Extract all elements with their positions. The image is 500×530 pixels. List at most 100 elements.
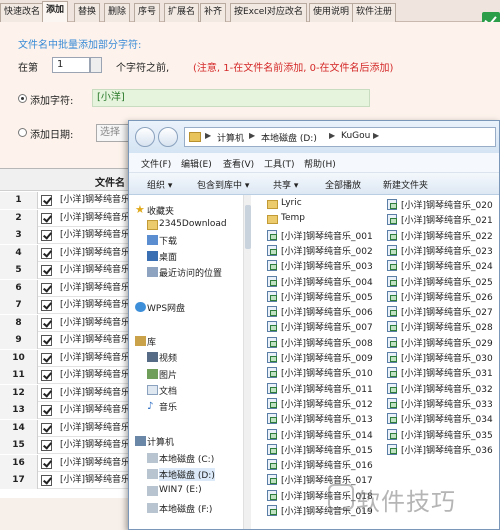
table-row[interactable]: 3 [小洋]钢琴纯音乐	[0, 227, 140, 244]
tab-sequence[interactable]: 序号	[134, 3, 161, 22]
table-row[interactable]: 9 [小洋]钢琴纯音乐	[0, 332, 140, 349]
audio-file-icon	[267, 321, 277, 333]
row-checkbox[interactable]	[41, 422, 52, 434]
row-checkbox[interactable]	[41, 212, 52, 224]
table-row[interactable]: 1 [小洋]钢琴纯音乐	[0, 192, 140, 209]
row-checkbox[interactable]	[41, 230, 52, 241]
nav-drive-f[interactable]: 本地磁盘 (F:)	[159, 502, 212, 515]
row-checkbox[interactable]	[41, 317, 52, 329]
row-checkbox[interactable]	[41, 405, 52, 416]
tab-register[interactable]: 软件注册	[352, 3, 397, 22]
back-button[interactable]	[135, 127, 155, 147]
table-row[interactable]: 10 [小洋]钢琴纯音乐	[0, 349, 140, 367]
row-checkbox[interactable]	[41, 300, 52, 311]
explorer-window: ▶ 计算机 ▶ 本地磁盘 (D:) ▶ KuGou ▶ 文件(F) 编辑(E) …	[128, 120, 500, 530]
nav-scrollbar[interactable]	[243, 195, 251, 529]
audio-file-icon	[387, 321, 397, 333]
row-checkbox[interactable]	[41, 247, 52, 259]
row-number: 2	[0, 209, 38, 227]
menu-help[interactable]: 帮助(H)	[304, 157, 336, 170]
row-number: 13	[0, 402, 38, 419]
row-checkbox[interactable]	[41, 335, 52, 346]
row-filename: [小洋]钢琴纯音乐	[60, 247, 131, 258]
address-bar[interactable]: ▶ 计算机 ▶ 本地磁盘 (D:) ▶ KuGou ▶	[184, 127, 496, 147]
nav-scrollbar-thumb[interactable]	[245, 205, 251, 249]
tab-pad[interactable]: 补齐	[200, 3, 227, 22]
filename-column-header[interactable]: 文件名	[95, 174, 125, 189]
file-name: [小洋]钢琴纯音乐_028	[401, 323, 493, 334]
position-spinner[interactable]	[90, 57, 102, 73]
row-checkbox[interactable]	[41, 265, 52, 276]
table-row[interactable]: 7 [小洋]钢琴纯音乐	[0, 297, 140, 314]
table-row[interactable]: 11 [小洋]钢琴纯音乐	[0, 367, 140, 384]
add-char-radio[interactable]	[18, 94, 27, 103]
new-folder-button[interactable]: 新建文件夹	[383, 178, 428, 191]
panel-description: 文件名中批量添加部分字符:	[18, 40, 142, 51]
row-checkbox[interactable]	[41, 440, 52, 451]
nav-pictures[interactable]: 图片	[159, 368, 177, 381]
menu-edit[interactable]: 编辑(E)	[181, 157, 212, 170]
tab-extension[interactable]: 扩展名	[164, 3, 200, 22]
table-row[interactable]: 13 [小洋]钢琴纯音乐	[0, 402, 140, 419]
table-row[interactable]: 5 [小洋]钢琴纯音乐	[0, 262, 140, 279]
menu-view[interactable]: 查看(V)	[223, 157, 254, 170]
row-checkbox[interactable]	[41, 475, 52, 486]
breadcrumb-computer[interactable]: 计算机	[217, 131, 244, 144]
row-checkbox[interactable]	[41, 195, 52, 206]
breadcrumb-kugou[interactable]: KuGou	[341, 131, 370, 141]
nav-videos[interactable]: 视频	[159, 351, 177, 364]
nav-2345download[interactable]: 2345Download	[159, 219, 227, 229]
nav-music[interactable]: 音乐	[159, 400, 177, 413]
share-button[interactable]: 共享 ▾	[273, 178, 298, 191]
nav-drive-c[interactable]: 本地磁盘 (C:)	[159, 452, 214, 465]
row-checkbox[interactable]	[41, 370, 52, 381]
tab-add[interactable]: 添加	[42, 1, 69, 22]
play-all-button[interactable]: 全部播放	[325, 178, 361, 191]
file-name: [小洋]钢琴纯音乐_013	[281, 415, 373, 426]
position-note: (注意, 1-在文件名前添加, 0-在文件名后添加)	[193, 63, 394, 74]
row-checkbox[interactable]	[41, 352, 52, 364]
add-date-radio[interactable]	[18, 128, 27, 137]
nav-downloads[interactable]: 下载	[159, 234, 177, 247]
row-checkbox[interactable]	[41, 457, 52, 469]
table-row[interactable]: 15 [小洋]钢琴纯音乐	[0, 437, 140, 454]
file-name: [小洋]钢琴纯音乐_015	[281, 445, 373, 456]
row-checkbox[interactable]	[41, 282, 52, 294]
nav-wps-drive[interactable]: WPS网盘	[147, 301, 185, 314]
row-number: 8	[0, 314, 38, 332]
tab-quick-rename[interactable]: 快速改名	[0, 3, 45, 22]
tab-delete[interactable]: 删除	[104, 3, 131, 22]
row-checkbox[interactable]	[41, 387, 52, 399]
row-filename: [小洋]钢琴纯音乐	[60, 335, 131, 345]
table-row[interactable]: 17 [小洋]钢琴纯音乐	[0, 472, 140, 489]
nav-desktop[interactable]: 桌面	[159, 250, 177, 263]
table-row[interactable]: 12 [小洋]钢琴纯音乐	[0, 384, 140, 402]
nav-drive-d[interactable]: 本地磁盘 (D:)	[159, 468, 215, 481]
nav-documents[interactable]: 文档	[159, 384, 177, 397]
menu-tools[interactable]: 工具(T)	[264, 157, 295, 170]
tab-excel-rename[interactable]: 按Excel对应改名	[230, 3, 307, 22]
table-row[interactable]: 4 [小洋]钢琴纯音乐	[0, 244, 140, 262]
add-char-input[interactable]: [小洋]	[92, 89, 370, 107]
folder-icon	[267, 200, 278, 209]
position-input[interactable]: 1	[52, 57, 90, 73]
tab-replace[interactable]: 替换	[74, 3, 101, 22]
table-row[interactable]: 2 [小洋]钢琴纯音乐	[0, 209, 140, 227]
forward-button[interactable]	[158, 127, 178, 147]
nav-drive-e[interactable]: WIN7 (E:)	[159, 485, 202, 495]
row-filename: [小洋]钢琴纯音乐	[60, 282, 131, 293]
menu-file[interactable]: 文件(F)	[141, 157, 171, 170]
audio-file-icon	[387, 382, 397, 394]
breadcrumb-drive-d[interactable]: 本地磁盘 (D:)	[261, 131, 317, 144]
table-row[interactable]: 6 [小洋]钢琴纯音乐	[0, 279, 140, 297]
nav-recent[interactable]: 最近访问的位置	[159, 266, 222, 279]
tab-help[interactable]: 使用说明	[309, 3, 354, 22]
nav-libraries[interactable]: 库	[147, 335, 156, 348]
table-row[interactable]: 8 [小洋]钢琴纯音乐	[0, 314, 140, 332]
table-row[interactable]: 14 [小洋]钢琴纯音乐	[0, 419, 140, 437]
include-in-library-button[interactable]: 包含到库中 ▾	[197, 178, 249, 191]
nav-computer[interactable]: 计算机	[147, 435, 174, 448]
table-row[interactable]: 16 [小洋]钢琴纯音乐	[0, 454, 140, 472]
organize-button[interactable]: 组织 ▾	[147, 178, 172, 191]
nav-favorites[interactable]: 收藏夹	[147, 204, 174, 217]
